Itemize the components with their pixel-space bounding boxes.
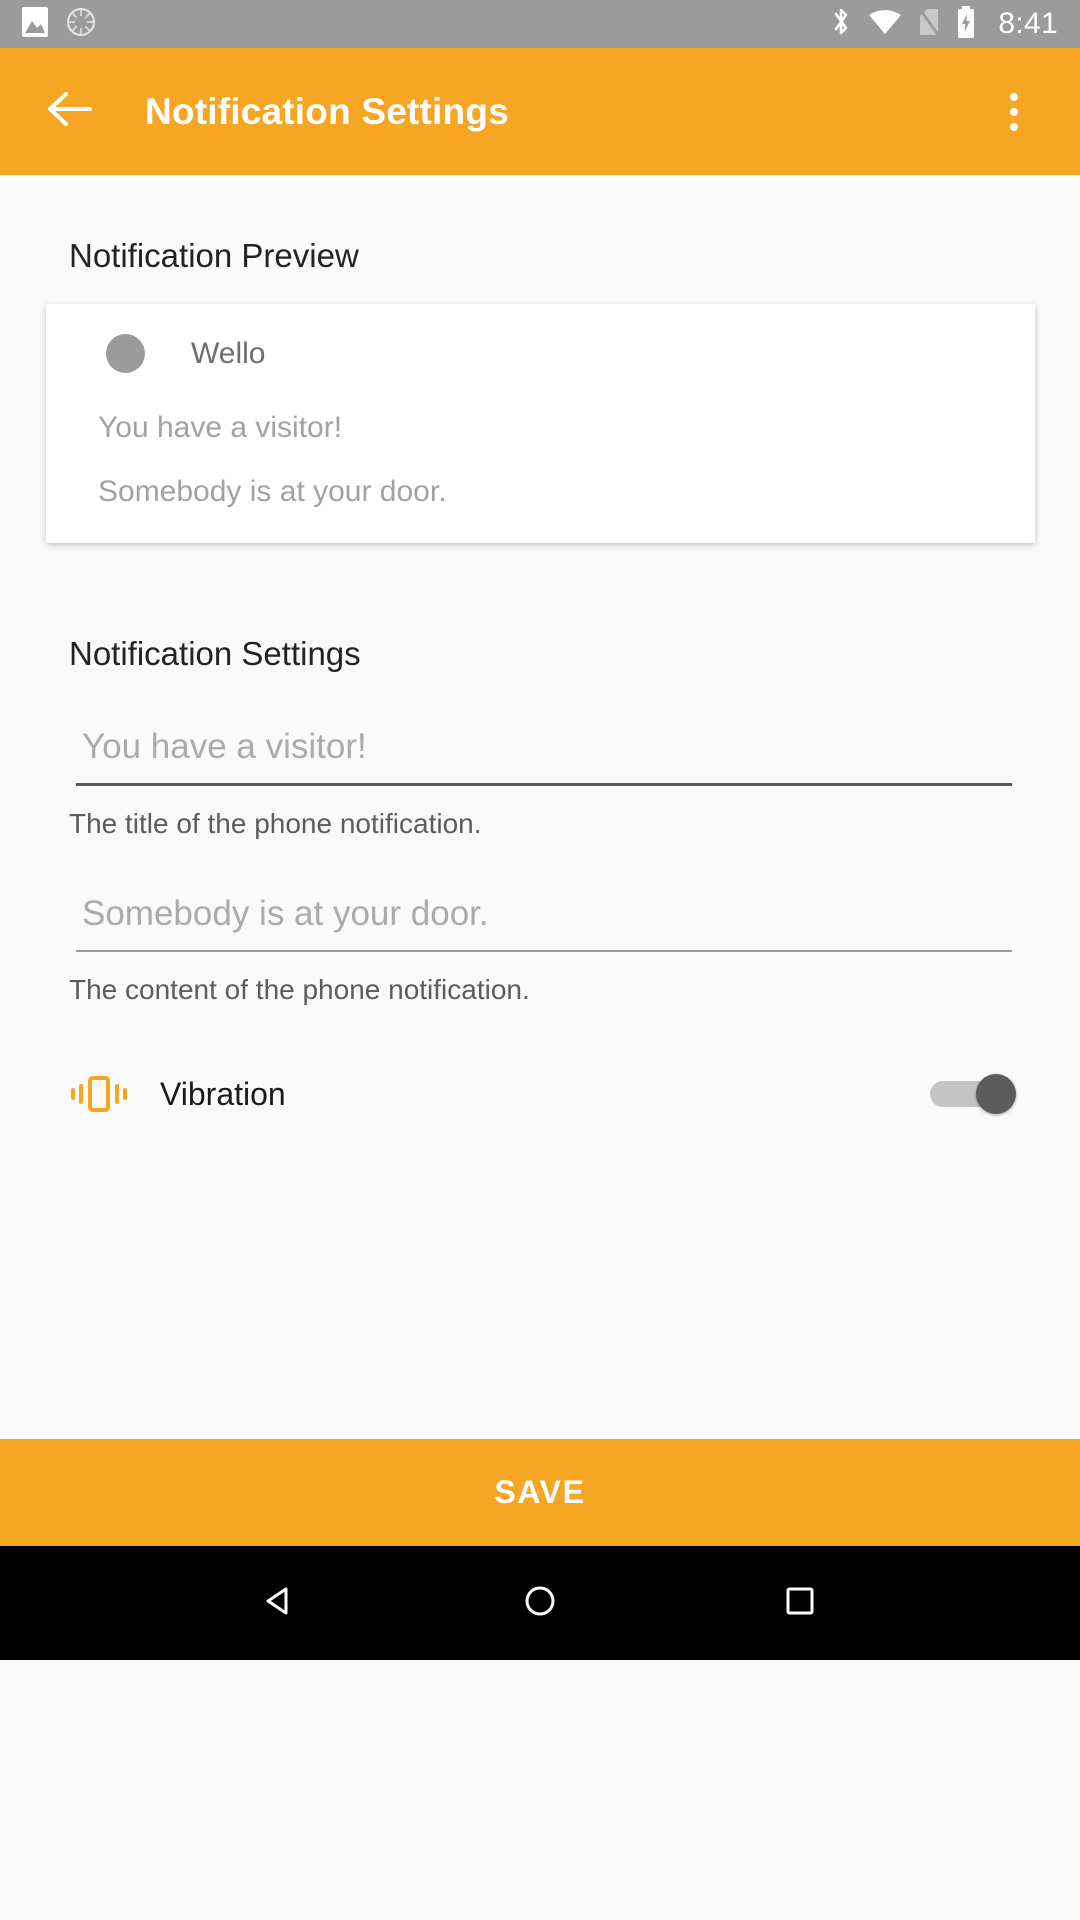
settings-section-header: Notification Settings — [69, 635, 361, 672]
more-vert-icon — [1010, 122, 1018, 131]
notification-title-field: The title of the phone notification. — [69, 721, 1012, 840]
notification-preview-card: Wello You have a visitor! Somebody is at… — [46, 304, 1035, 543]
vibration-icon — [70, 1072, 128, 1116]
status-bar: 8:41 — [0, 0, 1080, 48]
app-bar: Notification Settings — [0, 48, 1080, 175]
status-bar-clock: 8:41 — [998, 7, 1058, 40]
vibration-label: Vibration — [160, 1075, 286, 1112]
notification-content-input[interactable] — [76, 888, 1012, 950]
settings-fields: The title of the phone notification. The… — [0, 721, 1080, 1006]
preview-app-name: Wello — [191, 336, 266, 370]
save-button-label: SAVE — [494, 1474, 586, 1510]
preview-title-line: You have a visitor! — [98, 411, 343, 444]
app-avatar-circle — [106, 334, 145, 373]
save-button[interactable]: SAVE — [0, 1439, 1080, 1546]
no-sim-icon — [918, 6, 941, 42]
nav-back-triangle-icon — [262, 1583, 298, 1624]
preview-card-header: Wello — [46, 334, 1035, 373]
preview-section-header: Notification Preview — [69, 237, 359, 274]
nav-home-circle-icon — [522, 1583, 558, 1624]
vibration-toggle-thumb — [976, 1074, 1016, 1114]
back-button[interactable] — [34, 76, 106, 148]
nav-back-button[interactable] — [235, 1558, 325, 1648]
notification-title-input[interactable] — [76, 721, 1012, 783]
nav-recents-button[interactable] — [755, 1558, 845, 1648]
preview-content-line: Somebody is at your door. — [98, 475, 447, 508]
notification-content-helper: The content of the phone notification. — [69, 974, 530, 1005]
notification-title-underline — [76, 783, 1012, 786]
status-bar-left-icons — [22, 6, 96, 42]
notification-title-helper: The title of the phone notification. — [69, 808, 482, 839]
android-navigation-bar — [0, 1546, 1080, 1660]
vibration-toggle[interactable] — [930, 1074, 1016, 1114]
arrow-back-icon — [46, 89, 94, 134]
settings-section: Notification Settings The title of the p… — [0, 543, 1080, 1136]
nav-home-button[interactable] — [495, 1558, 585, 1648]
battery-charging-icon — [956, 5, 976, 43]
more-vert-icon — [1010, 92, 1018, 101]
image-icon — [22, 6, 48, 42]
more-vert-icon — [1010, 107, 1018, 116]
vibration-row[interactable]: Vibration — [0, 1052, 1080, 1136]
sync-spinner-icon — [66, 7, 96, 42]
notification-content-underline — [76, 950, 1012, 952]
preview-section: Notification Preview Wello You have a vi… — [0, 175, 1080, 543]
bluetooth-icon — [830, 6, 852, 43]
status-bar-right-icons: 8:41 — [830, 5, 1058, 43]
wifi-icon — [868, 8, 902, 41]
nav-recents-square-icon — [782, 1583, 818, 1624]
notification-content-field: The content of the phone notification. — [69, 888, 1012, 1006]
overflow-menu-button[interactable] — [982, 76, 1046, 148]
page-title: Notification Settings — [145, 90, 509, 132]
settings-content: Notification Preview Wello You have a vi… — [0, 175, 1080, 1439]
